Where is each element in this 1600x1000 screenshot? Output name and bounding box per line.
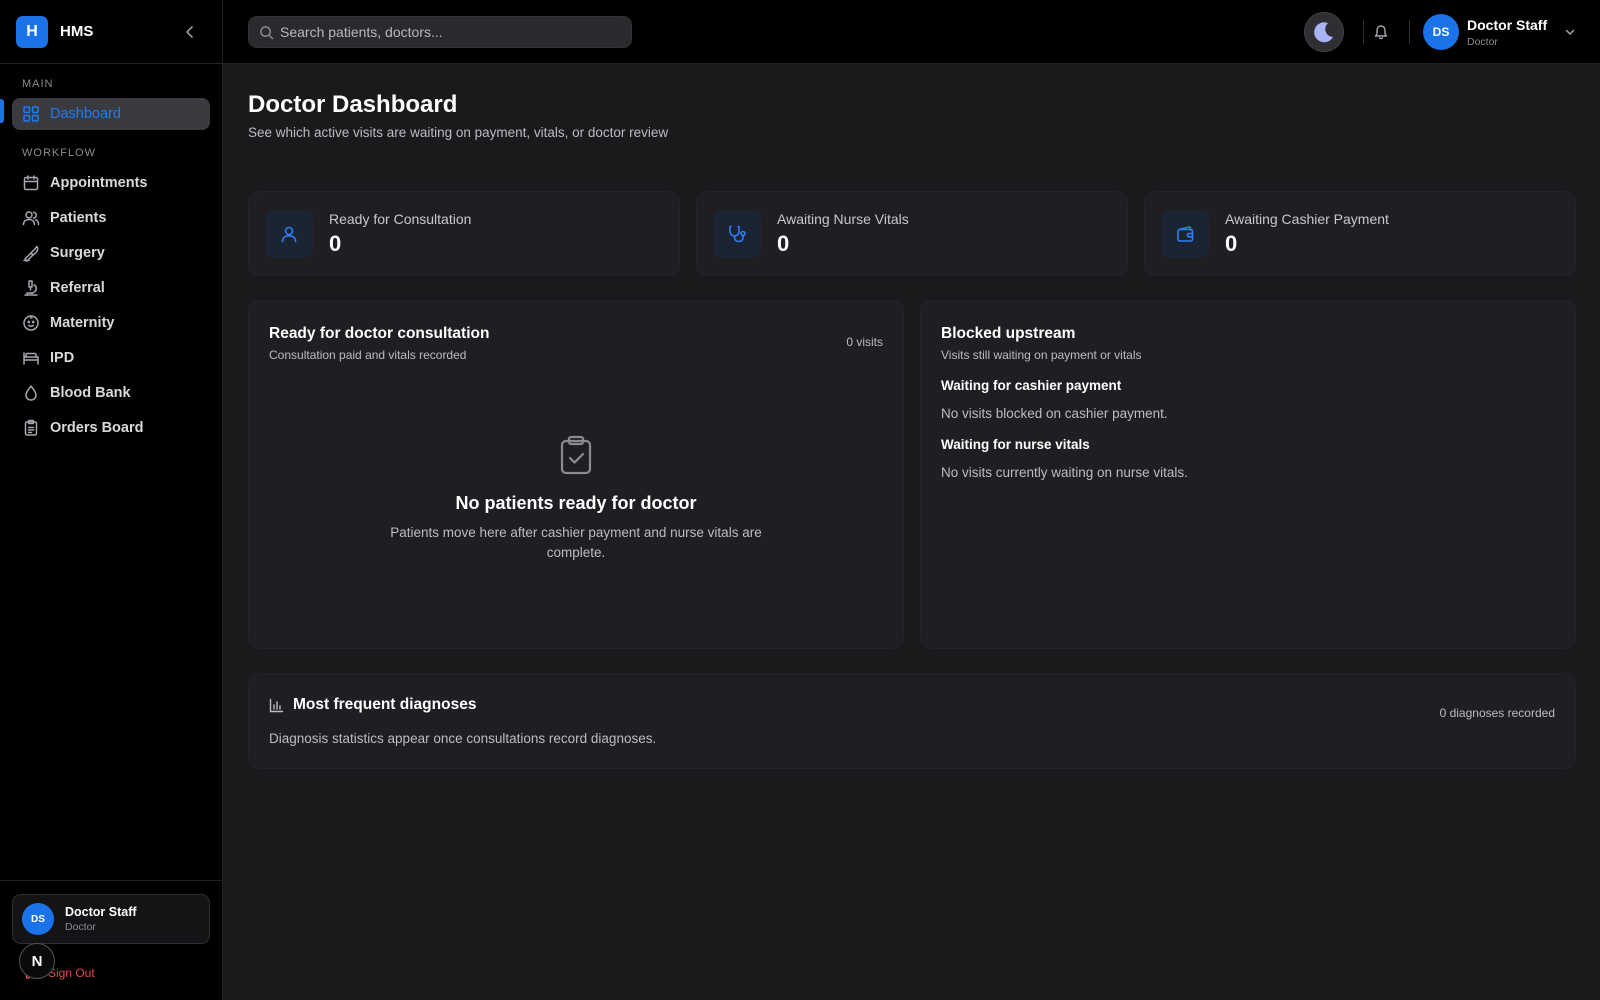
- header-divider: [1409, 20, 1410, 44]
- sign-out-label: Sign Out: [48, 966, 95, 980]
- stat-card-payment: Awaiting Cashier Payment 0: [1144, 191, 1576, 276]
- stat-label: Awaiting Cashier Payment: [1225, 210, 1389, 227]
- profile-name: Doctor Staff: [1467, 16, 1548, 33]
- sidebar-item-label: Referral: [50, 280, 105, 296]
- sidebar-item-label: Orders Board: [50, 420, 144, 436]
- dashboard-icon: [22, 105, 40, 123]
- diagnoses-empty-text: Diagnosis statistics appear once consult…: [269, 731, 657, 746]
- visits-count: 0 visits: [846, 335, 883, 349]
- stat-value: 0: [329, 230, 342, 256]
- sidebar-item-label: Appointments: [50, 175, 148, 191]
- vitals-status-text: No visits currently waiting on nurse vit…: [941, 465, 1188, 480]
- empty-state-description: Patients move here after cashier payment…: [390, 525, 762, 560]
- stat-card-vitals: Awaiting Nurse Vitals 0: [696, 191, 1128, 276]
- panel-subtitle: Consultation paid and vitals recorded: [269, 348, 467, 362]
- sidebar: H HMS MAIN Dashboard WORKFLOW Appointmen…: [0, 0, 223, 1000]
- sidebar-item-orders-board[interactable]: Orders Board: [12, 412, 210, 444]
- stat-value: 0: [1225, 230, 1238, 256]
- sidebar-item-label: Patients: [50, 210, 107, 226]
- dev-tools-badge[interactable]: N: [19, 943, 55, 979]
- sidebar-user-name: Doctor Staff: [65, 905, 137, 919]
- profile-role: Doctor: [1467, 35, 1498, 48]
- wallet-icon: [1161, 209, 1209, 258]
- scalpel-icon: [22, 244, 40, 262]
- clipboard-icon: [22, 419, 40, 437]
- nav-section-workflow: WORKFLOW Appointments Patients Surgery R…: [0, 133, 222, 444]
- theme-toggle-button[interactable]: [1304, 12, 1344, 52]
- empty-state-title: No patients ready for doctor: [455, 493, 697, 513]
- blocked-upstream-panel: Blocked upstream Visits still waiting on…: [920, 300, 1576, 649]
- search-icon: [259, 25, 274, 40]
- moon-icon: [1312, 20, 1336, 44]
- microscope-icon: [22, 279, 40, 297]
- brand-logo[interactable]: H: [16, 15, 48, 48]
- header-divider: [1363, 20, 1364, 44]
- sidebar-item-label: Maternity: [50, 315, 115, 331]
- chevron-down-icon: [1563, 25, 1577, 39]
- avatar: DS: [22, 903, 54, 935]
- users-icon: [22, 209, 40, 227]
- sidebar-user-card[interactable]: DS Doctor Staff Doctor: [12, 894, 210, 944]
- sidebar-item-referral[interactable]: Referral: [12, 272, 210, 304]
- page-title: Doctor Dashboard: [248, 91, 458, 118]
- sidebar-item-label: Surgery: [50, 245, 105, 261]
- brand-name: HMS: [60, 23, 94, 40]
- bell-icon[interactable]: [1373, 24, 1389, 40]
- baby-icon: [22, 314, 40, 332]
- droplet-icon: [22, 384, 40, 402]
- clipboard-check-icon: [558, 435, 594, 475]
- user-icon: [265, 209, 313, 258]
- sidebar-footer: DS Doctor Staff Doctor Sign Out N: [0, 880, 222, 1000]
- vitals-heading: Waiting for nurse vitals: [941, 437, 1090, 452]
- diagnoses-count: 0 diagnoses recorded: [1439, 706, 1555, 720]
- stat-label: Ready for Consultation: [329, 210, 472, 227]
- panel-title: Most frequent diagnoses: [293, 696, 477, 713]
- sidebar-item-appointments[interactable]: Appointments: [12, 167, 210, 199]
- ready-consultation-panel: Ready for doctor consultation Consultati…: [248, 300, 904, 649]
- sidebar-item-label: Dashboard: [50, 106, 121, 122]
- sidebar-item-surgery[interactable]: Surgery: [12, 237, 210, 269]
- profile-menu[interactable]: DS Doctor Staff Doctor: [1423, 12, 1577, 52]
- stat-value: 0: [777, 230, 790, 256]
- diagnoses-panel: Most frequent diagnoses 0 diagnoses reco…: [248, 673, 1576, 769]
- cashier-status-text: No visits blocked on cashier payment.: [941, 406, 1168, 421]
- calendar-icon: [22, 174, 40, 192]
- section-label-workflow: WORKFLOW: [22, 147, 96, 159]
- collapse-sidebar-icon[interactable]: [182, 24, 198, 40]
- stat-card-ready: Ready for Consultation 0: [248, 191, 680, 276]
- sidebar-user-role: Doctor: [65, 921, 96, 933]
- nav-section-main: MAIN Dashboard: [0, 64, 222, 130]
- empty-state: No patients ready for doctor Patients mo…: [249, 435, 903, 563]
- sidebar-item-label: IPD: [50, 350, 75, 366]
- panel-subtitle: Visits still waiting on payment or vital…: [941, 348, 1142, 362]
- panel-title: Blocked upstream: [941, 325, 1076, 342]
- brand: H HMS: [0, 0, 222, 64]
- page-subtitle: See which active visits are waiting on p…: [248, 125, 669, 140]
- sidebar-item-maternity[interactable]: Maternity: [12, 307, 210, 339]
- sidebar-item-ipd[interactable]: IPD: [12, 342, 210, 374]
- sidebar-item-dashboard[interactable]: Dashboard: [12, 98, 210, 130]
- active-nav-marker: [0, 99, 4, 123]
- search-input[interactable]: [280, 24, 610, 40]
- bed-icon: [22, 349, 40, 367]
- panel-title: Ready for doctor consultation: [269, 325, 490, 342]
- search-bar[interactable]: [248, 16, 632, 48]
- avatar: DS: [1423, 14, 1459, 50]
- stat-label: Awaiting Nurse Vitals: [777, 210, 909, 227]
- stethoscope-icon: [713, 209, 761, 258]
- sidebar-item-patients[interactable]: Patients: [12, 202, 210, 234]
- top-header: DS Doctor Staff Doctor: [223, 0, 1600, 64]
- sidebar-item-blood-bank[interactable]: Blood Bank: [12, 377, 210, 409]
- bar-chart-icon: [269, 698, 284, 713]
- sidebar-item-label: Blood Bank: [50, 385, 131, 401]
- main-content: Doctor Dashboard See which active visits…: [248, 64, 1576, 769]
- section-label-main: MAIN: [22, 78, 54, 90]
- cashier-heading: Waiting for cashier payment: [941, 378, 1122, 393]
- stats-row: Ready for Consultation 0 Awaiting Nurse …: [248, 191, 1576, 276]
